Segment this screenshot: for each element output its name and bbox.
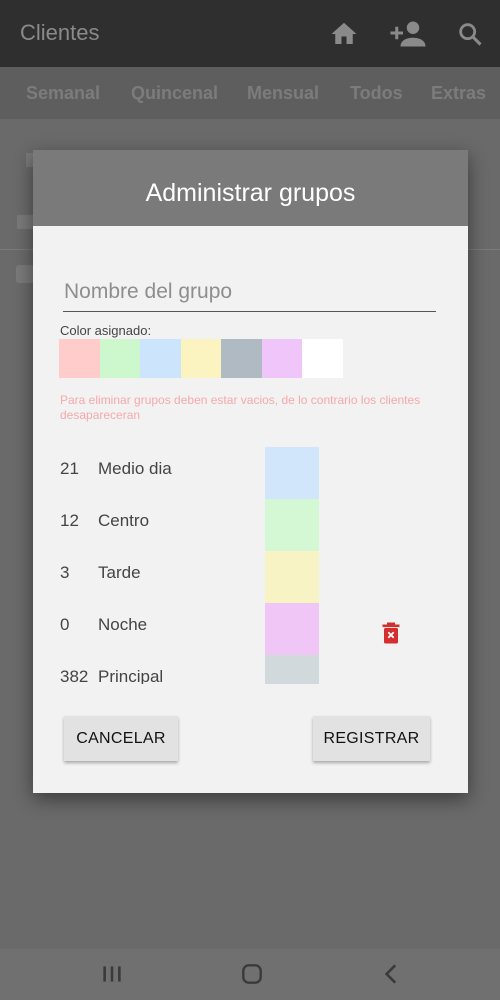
color-swatch-gray[interactable] [221, 339, 262, 378]
dialog-header: Administrar grupos [33, 150, 468, 226]
group-count: 12 [60, 511, 79, 530]
period-tabs: Semanal Quincenal Mensual Todos Extras [0, 67, 500, 119]
group-row[interactable]: 3 Tarde [33, 551, 468, 603]
color-swatch-white[interactable] [302, 339, 343, 378]
color-swatch-yellow[interactable] [180, 339, 221, 378]
system-nav-bar [0, 949, 500, 1000]
group-name: Noche [98, 615, 148, 634]
color-swatch-purple[interactable] [261, 339, 302, 378]
home-icon[interactable] [329, 19, 359, 49]
register-button[interactable]: REGISTRAR [313, 716, 430, 761]
tab-semanal[interactable]: Semanal [26, 83, 100, 104]
group-name-input[interactable] [63, 278, 436, 312]
group-color-swatch [265, 551, 319, 603]
group-list[interactable]: 21 Medio dia 12 Centro 3 Tarde 0 Noche 3… [33, 447, 468, 684]
manage-groups-dialog: Administrar grupos Color asignado: Para … [33, 150, 468, 793]
delete-warning-text: Para eliminar grupos deben estar vacios,… [60, 393, 421, 422]
group-row[interactable]: 382 Principal [33, 655, 468, 684]
tab-extras[interactable]: Extras [431, 83, 486, 104]
grid-icon [17, 215, 33, 229]
back-icon[interactable] [379, 961, 405, 987]
group-count: 382 [60, 667, 89, 684]
add-person-icon[interactable] [389, 19, 427, 49]
group-row[interactable]: 0 Noche [33, 603, 468, 655]
color-label: Color asignado: [60, 323, 152, 338]
delete-trash-icon[interactable] [379, 621, 403, 645]
tab-mensual[interactable]: Mensual [247, 83, 319, 104]
group-name: Principal [98, 667, 164, 684]
dialog-title: Administrar grupos [145, 179, 356, 207]
color-swatches [59, 339, 343, 378]
home-circle-icon[interactable] [239, 961, 265, 987]
group-count: 0 [60, 615, 70, 634]
group-color-swatch [265, 447, 319, 499]
color-swatch-blue[interactable] [140, 339, 181, 378]
group-row[interactable]: 12 Centro [33, 499, 468, 551]
color-swatch-green[interactable] [99, 339, 140, 378]
cancel-button[interactable]: CANCELAR [64, 716, 178, 761]
color-swatch-red[interactable] [59, 339, 100, 378]
app-title: Clientes [20, 20, 100, 45]
app-bar: Clientes [0, 0, 500, 67]
group-name: Medio dia [98, 459, 172, 478]
group-color-swatch [265, 603, 319, 655]
group-count: 21 [60, 459, 79, 478]
group-color-swatch [265, 499, 319, 551]
group-name: Centro [98, 511, 150, 530]
paint-bucket-icon [16, 265, 34, 283]
tab-quincenal[interactable]: Quincenal [131, 83, 218, 104]
recents-icon[interactable] [99, 961, 125, 987]
tab-todos[interactable]: Todos [350, 83, 403, 104]
group-color-swatch [265, 655, 319, 684]
search-icon[interactable] [456, 19, 484, 49]
group-row[interactable]: 21 Medio dia [33, 447, 468, 499]
group-count: 3 [60, 563, 70, 582]
group-name: Tarde [98, 563, 141, 582]
